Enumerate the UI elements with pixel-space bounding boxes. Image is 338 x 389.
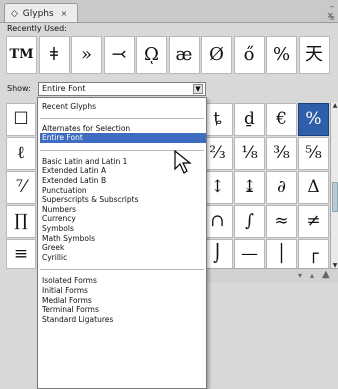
glyph-cell[interactable]: ☐ <box>6 103 36 136</box>
recent-glyph-cell[interactable]: ῼ <box>136 36 167 74</box>
dropdown-item[interactable]: Numbers <box>40 205 206 215</box>
dropdown-item[interactable]: Superscripts & Subscripts <box>40 195 206 205</box>
recent-glyph-cell[interactable]: ǂ <box>38 36 70 74</box>
recent-glyphs-row: TM ǂ» ⤙ ῼ æ Øő% 天 <box>6 36 336 76</box>
glyph-cell[interactable]: ≡ <box>6 239 36 269</box>
zoom-out-icon[interactable]: ▴ <box>310 271 314 280</box>
dropdown-item[interactable]: Extended Latin B <box>40 176 206 186</box>
show-select-value: Entire Font <box>42 84 86 93</box>
dropdown-item[interactable]: Initial Forms <box>40 286 206 296</box>
dropdown-item[interactable]: Cyrillic <box>40 253 206 263</box>
glyphs-panel: ◇ Glyphs × – × ≡ Recently Used: TM ǂ» ⤙ ῼ æ Ø… <box>0 0 338 389</box>
glyph-cell[interactable]: ḏ <box>234 103 265 136</box>
chevron-down-icon[interactable]: ▾ <box>298 271 302 280</box>
pointer-cursor-icon <box>174 149 192 174</box>
zoom-in-icon[interactable]: ▲ <box>322 269 330 280</box>
scroll-thumb[interactable] <box>332 182 338 212</box>
menu-separator <box>40 117 204 119</box>
bottom-toolbar: ▾ ▴ ▲ <box>206 268 338 283</box>
recent-glyph-cell[interactable]: » <box>71 36 102 74</box>
close-icon[interactable]: × <box>61 9 68 18</box>
glyph-cell[interactable]: % <box>298 103 329 136</box>
tab-glyphs-label: Glyphs <box>22 9 54 19</box>
tab-glyphs[interactable]: ◇ Glyphs × <box>4 3 78 22</box>
show-dropdown-menu: Recent Glyphs Alternates for Selection Ent… <box>37 97 207 389</box>
glyph-cell[interactable]: ≠ <box>298 205 329 238</box>
dropdown-item[interactable]: Standard Ligatures <box>40 315 206 325</box>
recent-glyph-cell[interactable]: % <box>266 36 297 74</box>
glyph-cell[interactable]: ∂ <box>266 171 297 204</box>
glyph-cell[interactable]: ┌ <box>298 239 329 269</box>
glyph-cell[interactable]: — <box>234 239 265 269</box>
glyph-cell[interactable]: ℓ <box>6 137 36 170</box>
scroll-up-icon[interactable]: ▲ <box>331 102 338 112</box>
glyph-cell[interactable]: Δ <box>298 171 329 204</box>
glyph-cell[interactable]: ≈ <box>266 205 297 238</box>
recent-glyph-cell[interactable]: 天 <box>298 36 330 74</box>
dropdown-item[interactable]: Medial Forms <box>40 296 206 306</box>
dropdown-item[interactable]: Punctuation <box>40 186 206 196</box>
recent-glyph-cell[interactable]: TM <box>6 36 37 74</box>
glyph-cell[interactable]: ⅜ <box>266 137 297 170</box>
recently-used-label: Recently Used: <box>7 24 67 33</box>
panel-titlebar: ◇ Glyphs × – × ≡ <box>0 0 338 23</box>
dropdown-item[interactable]: Terminal Forms <box>40 305 206 315</box>
glyph-cell[interactable]: € <box>266 103 297 136</box>
dropdown-item[interactable]: Isolated Forms <box>40 276 206 286</box>
chevron-down-icon[interactable]: ▼ <box>193 84 203 94</box>
glyph-cell[interactable]: ↨ <box>234 171 265 204</box>
glyph-cell[interactable]: ∫ <box>234 205 265 238</box>
recent-glyph-cell[interactable]: Ø <box>201 36 232 74</box>
dropdown-item[interactable]: Alternates for Selection <box>40 124 206 134</box>
dropdown-item[interactable]: Symbols <box>40 224 206 234</box>
diamond-icon: ◇ <box>11 9 18 19</box>
recent-glyph-cell[interactable]: æ <box>168 36 200 74</box>
show-label: Show: <box>7 84 31 93</box>
dropdown-item[interactable]: Math Symbols <box>40 234 206 244</box>
panel-menu-icon[interactable]: ≡ <box>329 14 335 22</box>
glyph-cell[interactable]: │ <box>266 239 297 269</box>
dropdown-item[interactable]: Entire Font <box>40 133 206 144</box>
recent-glyph-cell[interactable]: ⤙ <box>103 36 135 74</box>
glyph-cell[interactable]: ⁷⁄ <box>6 171 36 204</box>
menu-separator <box>40 269 204 271</box>
dropdown-item[interactable]: Currency <box>40 214 206 224</box>
glyph-cell[interactable]: ∏ <box>6 205 36 238</box>
show-select[interactable]: Entire Font ▼ <box>38 82 206 96</box>
dropdown-item[interactable]: Greek <box>40 243 206 253</box>
glyph-cell[interactable]: ⅛ <box>234 137 265 170</box>
recent-glyph-cell[interactable]: ő <box>233 36 265 74</box>
glyph-cell[interactable]: ⅝ <box>298 137 329 170</box>
dropdown-item[interactable]: Recent Glyphs <box>40 102 206 112</box>
vertical-scrollbar[interactable]: ▲ ▼ <box>330 102 338 272</box>
